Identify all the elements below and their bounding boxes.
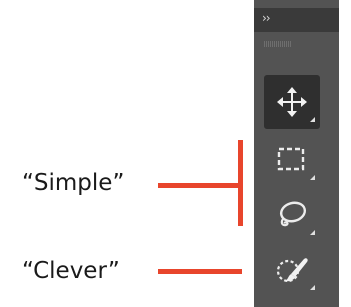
simple-bracket [238, 140, 243, 226]
simple-pointer-line [158, 183, 242, 188]
panel-grip-icon[interactable] [264, 40, 294, 48]
clever-label: “Clever” [22, 258, 120, 284]
tutorial-figure: “Simple” “Clever” ›› [0, 0, 351, 307]
submenu-indicator-icon [310, 117, 315, 122]
quick-selection-tool[interactable] [264, 243, 320, 297]
panel-header[interactable]: ›› [254, 8, 339, 32]
submenu-indicator-icon [310, 175, 315, 180]
submenu-indicator-icon [310, 230, 315, 235]
lasso-tool[interactable] [264, 188, 320, 242]
marquee-tool[interactable] [264, 133, 320, 187]
simple-label: “Simple” [22, 170, 125, 196]
tools-panel: ›› [254, 0, 339, 307]
collapse-chevron-icon[interactable]: ›› [262, 11, 271, 25]
submenu-indicator-icon [310, 285, 315, 290]
move-tool[interactable] [264, 75, 320, 129]
clever-pointer-line [158, 269, 242, 274]
